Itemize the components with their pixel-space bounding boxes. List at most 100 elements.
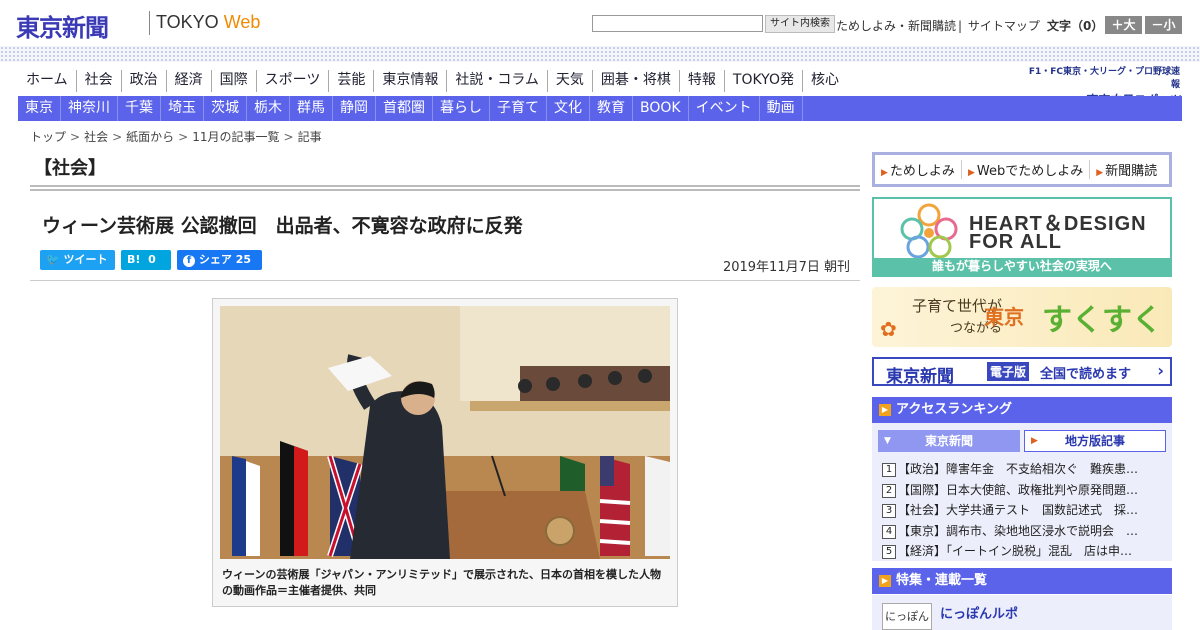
- twitter-bird-icon: 🐦: [46, 253, 60, 266]
- ranking-list: 1 【政治】障害年金 不支給相次ぐ 難疾患… 2 【国際】日本大使館、政権批判や原発…: [882, 459, 1162, 562]
- sukusuku-logo: すくすく: [1042, 303, 1162, 338]
- nav-kakushin[interactable]: 核心: [801, 70, 847, 92]
- article-date: 2019年11月7日 朝刊: [722, 260, 850, 275]
- hatena-bookmark-button[interactable]: B! 0: [121, 250, 171, 270]
- nav-international[interactable]: 国際: [210, 70, 256, 92]
- arrow-right-icon: ▶: [1031, 436, 1038, 446]
- search-input[interactable]: [592, 15, 763, 32]
- rank-headline: 【社会】大学共通テスト 国数記述式 採…: [898, 503, 1139, 517]
- arrow-right-icon: ▶: [1096, 168, 1104, 178]
- promo-subscribe[interactable]: ▶ 新聞購読: [1089, 160, 1163, 179]
- rank-headline: 【東京】調布市、染地地区浸水で説明会 …: [898, 523, 1139, 538]
- tweet-label: ツイート: [63, 253, 108, 266]
- region-shutoken[interactable]: 首都圏: [376, 96, 433, 121]
- rank-headline: 【政治】障害年金 不支給相次ぐ 難疾患…: [898, 462, 1139, 476]
- region-ibaraki[interactable]: 茨城: [204, 96, 247, 121]
- promo-web-trial[interactable]: ▶ Webでためしよみ: [960, 160, 1089, 179]
- hatena-count: 0: [148, 253, 156, 266]
- tokyo-web-logo[interactable]: TOKYO Web: [156, 12, 260, 33]
- breadcrumb-print[interactable]: 紙面から: [126, 130, 174, 144]
- promo-trial[interactable]: ▶ ためしよみ: [875, 160, 961, 179]
- nav-editorial[interactable]: 社説・コラム: [446, 70, 547, 92]
- heart-design-banner[interactable]: HEART＆DESIGN FOR ALL 誰もが暮らしやすい社会の実現へ: [872, 197, 1172, 277]
- features-box: にっぽん にっぽんルポ: [872, 595, 1172, 630]
- caret-down-icon: ▼: [884, 436, 891, 446]
- heart-design-tagline: 誰もが暮らしやすい社会の実現へ: [874, 258, 1170, 275]
- nav-weather[interactable]: 天気: [546, 70, 592, 92]
- nav-go-shogi[interactable]: 囲碁・将棋: [591, 70, 679, 92]
- region-chiba[interactable]: 千葉: [118, 96, 161, 121]
- region-book[interactable]: BOOK: [633, 96, 689, 121]
- logo-web-text: Web: [223, 12, 261, 32]
- article-divider: [30, 280, 860, 281]
- region-bunka[interactable]: 文化: [547, 96, 590, 121]
- font-smaller-button[interactable]: －小: [1145, 16, 1182, 34]
- region-tokyo[interactable]: 東京: [18, 96, 61, 121]
- region-kurashi[interactable]: 暮らし: [433, 96, 490, 121]
- e-paper-banner[interactable]: 東京新聞 電子版 全国で読めます ›: [872, 357, 1172, 387]
- region-shizuoka[interactable]: 静岡: [333, 96, 376, 121]
- tab-tokyo-shimbun[interactable]: ▼ 東京新聞: [878, 430, 1020, 452]
- facebook-share-button[interactable]: f シェア 25: [177, 250, 262, 270]
- e-paper-badge: 電子版: [987, 362, 1030, 381]
- feature-thumbnail[interactable]: にっぽん: [882, 603, 932, 630]
- region-event[interactable]: イベント: [689, 96, 760, 121]
- trial-subscribe-link[interactable]: ためしよみ・新聞購読: [836, 19, 956, 33]
- article-figure: ウィーンの芸術展「ジャパン・アンリミテッド」で展示された、日本の首相を模した人物…: [212, 298, 678, 607]
- site-logo[interactable]: 東京新聞: [16, 8, 109, 43]
- share-label: シェア: [198, 253, 232, 266]
- nav-society[interactable]: 社会: [75, 70, 121, 92]
- header-links: ためしよみ・新聞購読 | サイトマップ: [836, 19, 1040, 33]
- region-kanagawa[interactable]: 神奈川: [61, 96, 118, 121]
- breadcrumb-top[interactable]: トップ: [30, 130, 66, 144]
- hatena-icon: B!: [127, 253, 141, 266]
- tab-local-articles[interactable]: ▶ 地方版記事: [1024, 430, 1166, 452]
- share-count: 25: [235, 253, 251, 266]
- ranking-item[interactable]: 4 【東京】調布市、染地地区浸水で説明会 …: [882, 521, 1162, 542]
- region-saitama[interactable]: 埼玉: [161, 96, 204, 121]
- nav-tokyo-hatsu[interactable]: TOKYO発: [723, 70, 802, 92]
- rank-number: 1: [882, 463, 896, 477]
- nav-sports[interactable]: スポーツ: [255, 70, 329, 92]
- breadcrumb-sep: >: [112, 130, 123, 144]
- ranking-item[interactable]: 1 【政治】障害年金 不支給相次ぐ 難疾患…: [882, 459, 1162, 480]
- breadcrumb-society[interactable]: 社会: [84, 130, 108, 144]
- dotted-divider: [0, 46, 1200, 62]
- nav-tokyo-info[interactable]: 東京情報: [373, 70, 446, 92]
- font-larger-button[interactable]: ＋大: [1105, 16, 1142, 34]
- region-kosodate[interactable]: 子育て: [490, 96, 547, 121]
- sitemap-link[interactable]: サイトマップ: [968, 19, 1040, 33]
- e-paper-logo: 東京新聞: [886, 367, 954, 387]
- tweet-button[interactable]: 🐦 ツイート: [40, 250, 115, 270]
- region-video[interactable]: 動画: [760, 96, 803, 121]
- features-title: 特集・連載一覧: [896, 573, 988, 588]
- region-gunma[interactable]: 群馬: [290, 96, 333, 121]
- promo-subscribe-label: 新聞購読: [1105, 164, 1158, 179]
- ranking-item[interactable]: 3 【社会】大学共通テスト 国数記述式 採…: [882, 500, 1162, 521]
- ranking-item[interactable]: 5 【経済】「イートイン脱税」混乱 店は申…: [882, 541, 1162, 562]
- rank-number: 5: [882, 545, 896, 559]
- logo-divider: [149, 11, 150, 35]
- breadcrumb-sep: >: [70, 130, 81, 144]
- site-search-button[interactable]: サイト内検索: [765, 15, 835, 33]
- main-nav: ホーム 社会 政治 経済 国際 スポーツ 芸能 東京情報 社説・コラム 天気 囲…: [18, 70, 847, 92]
- arrow-right-icon: ▶: [879, 575, 891, 587]
- nav-tokuho[interactable]: 特報: [678, 70, 724, 92]
- region-kyoiku[interactable]: 教育: [590, 96, 633, 121]
- heart-design-subtitle: FOR ALL: [969, 231, 1062, 253]
- region-tochigi[interactable]: 栃木: [247, 96, 290, 121]
- sukusuku-banner[interactable]: ✿ 子育て世代が つながる 東京 すくすく: [872, 287, 1172, 347]
- nav-home[interactable]: ホーム: [18, 70, 76, 92]
- breadcrumb-month-list[interactable]: 11月の記事一覧: [192, 130, 279, 144]
- rank-number: 4: [882, 524, 896, 539]
- nav-politics[interactable]: 政治: [120, 70, 166, 92]
- feature-title[interactable]: にっぽんルポ: [940, 603, 1018, 622]
- ranking-item[interactable]: 2 【国際】日本大使館、政権批判や原発問題…: [882, 480, 1162, 501]
- rank-number: 2: [882, 483, 896, 498]
- photo-illustration: [220, 306, 670, 559]
- nav-economy[interactable]: 経済: [165, 70, 211, 92]
- article-photo[interactable]: [220, 306, 670, 559]
- nav-entertainment[interactable]: 芸能: [328, 70, 373, 92]
- breadcrumb: トップ > 社会 > 紙面から >11月の記事一覧 > 記事: [30, 128, 322, 145]
- logo-tokyo-text: TOKYO: [156, 12, 224, 32]
